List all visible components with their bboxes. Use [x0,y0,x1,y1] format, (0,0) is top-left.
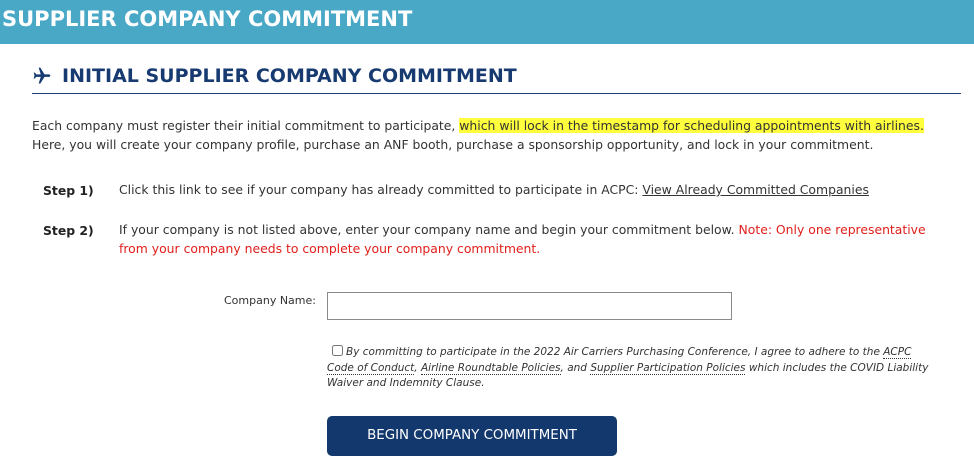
intro-highlight: which will lock in the timestamp for sch… [459,118,924,133]
roundtable-policies-link[interactable]: Airline Roundtable Policies [420,361,561,375]
intro-text-end: Here, you will create your company profi… [32,136,874,152]
supplier-policies-link[interactable]: Supplier Participation Policies [590,361,746,375]
intro-paragraph: Each company must register their initial… [32,117,952,154]
agreement-text-start: By committing to participate in the 2022… [346,346,884,358]
step-2-label: Step 2) [43,223,94,238]
company-name-label: Company Name: [224,294,316,307]
company-name-input[interactable] [327,292,732,320]
agreement-text: By committing to participate in the 2022… [327,345,937,392]
agreement-checkbox[interactable] [332,345,343,356]
agreement-sep-1: , [414,361,421,374]
begin-commitment-button[interactable]: BEGIN COMPANY COMMITMENT [327,416,617,456]
section-header: INITIAL SUPPLIER COMPANY COMMITMENT [32,64,961,94]
page-header-bar: SUPPLIER COMPANY COMMITMENT [0,0,974,44]
section-title: INITIAL SUPPLIER COMPANY COMMITMENT [62,65,517,87]
step-1-label: Step 1) [43,183,94,198]
page-header-title: SUPPLIER COMPANY COMMITMENT [2,7,413,31]
step-2-text: If your company is not listed above, ent… [119,221,939,258]
step-2-description: If your company is not listed above, ent… [119,222,739,237]
intro-text: Each company must register their initial… [32,118,460,133]
step-1-description: Click this link to see if your company h… [119,182,643,197]
view-committed-companies-link[interactable]: View Already Committed Companies [642,182,869,197]
agreement-sep-2: , and [560,361,591,374]
step-1-text: Click this link to see if your company h… [119,181,939,200]
airplane-icon [33,67,51,84]
